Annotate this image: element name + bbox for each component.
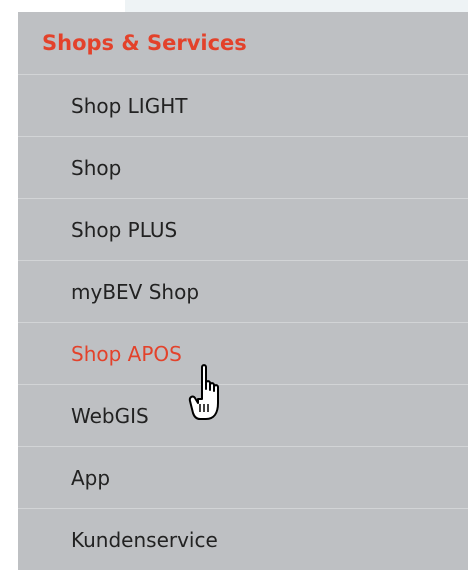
menu-item-mybev-shop[interactable]: myBEV Shop [18,261,468,323]
menu-item-webgis[interactable]: WebGIS [18,385,468,447]
menu-item-shop-plus[interactable]: Shop PLUS [18,199,468,261]
menu-item-shop-light[interactable]: Shop LIGHT [18,75,468,137]
top-strip [125,0,468,12]
shops-services-menu: Shops & Services Shop LIGHT Shop Shop PL… [18,12,468,570]
menu-item-app[interactable]: App [18,447,468,509]
menu-item-shop-apos[interactable]: Shop APOS [18,323,468,385]
menu-item-kundenservice[interactable]: Kundenservice [18,509,468,571]
menu-header[interactable]: Shops & Services [18,12,468,75]
menu-item-shop[interactable]: Shop [18,137,468,199]
